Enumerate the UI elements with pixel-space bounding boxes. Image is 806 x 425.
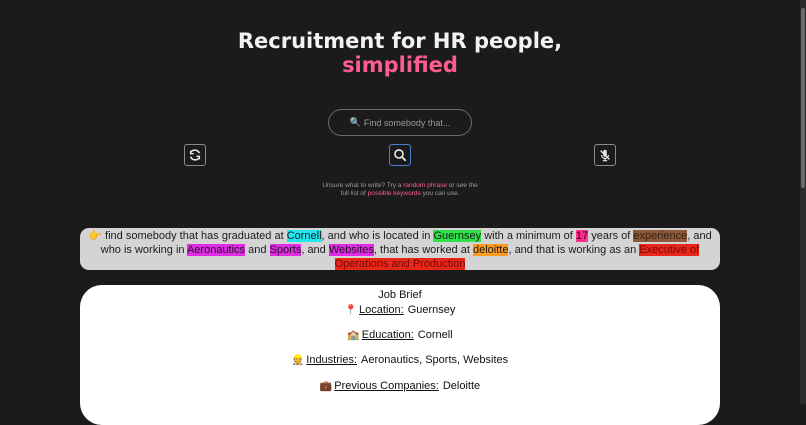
pointing-hand-icon: 👉 [88, 230, 102, 242]
hint-line-1: Unsure what to write? Try a random phras… [0, 182, 800, 190]
search-icon [394, 149, 407, 162]
brief-value: Deloitte [442, 380, 481, 392]
query-text: , and that is working as an [508, 244, 640, 256]
job-brief-title: Job Brief [378, 289, 422, 301]
keyword-education: Cornell [286, 230, 322, 242]
query-text: , that has worked at [373, 244, 473, 256]
keyword-industry: Aeronautics [186, 244, 246, 256]
query-text: , and who is located in [321, 230, 434, 242]
random-phrase-link[interactable]: random phrase [403, 182, 447, 189]
brief-row-companies: 💼 Previous Companies: Deloitte [80, 380, 720, 392]
keyword-experience: experience [633, 230, 688, 242]
query-text: , and [301, 244, 329, 256]
scrollbar-thumb[interactable] [801, 8, 805, 188]
search-button[interactable] [389, 144, 411, 166]
keyword-industry: Sports [269, 244, 302, 256]
hint-text: Unsure what to write? Try a [322, 182, 404, 189]
brief-row-education: 🏫 Education: Cornell [80, 329, 720, 341]
worker-icon: 👷 [291, 355, 305, 366]
query-sentence: 👉 find somebody that has graduated at Co… [80, 229, 720, 271]
magnifier-icon: 🔍 [349, 117, 361, 127]
hint-line-2: full list of possible keywords you can u… [0, 190, 800, 198]
keyword-industry: Websites [328, 244, 374, 256]
scrollbar[interactable] [800, 0, 806, 404]
search-input[interactable]: 🔍 Find somebody that... [328, 109, 472, 136]
refresh-icon [189, 149, 201, 161]
keyword-company: deloitte [472, 244, 509, 256]
search-placeholder: Find somebody that... [363, 117, 451, 128]
brief-value: Cornell [417, 329, 453, 341]
voice-input-button[interactable] [594, 144, 616, 166]
query-text: years of [588, 230, 634, 242]
keyword-years: 17 [575, 230, 589, 242]
brief-label: Previous Companies: [334, 380, 439, 392]
brief-row-location: 📍 Location: Guernsey [80, 304, 720, 316]
brief-label: Location: [359, 304, 404, 316]
job-brief-card: Job Brief 📍 Location: Guernsey 🏫 Education:… [80, 285, 720, 425]
pin-icon: 📍 [344, 305, 358, 316]
briefcase-icon: 💼 [319, 381, 333, 392]
keyword-location: Guernsey [433, 230, 482, 242]
query-text: with a minimum of [481, 230, 576, 242]
school-icon: 🏫 [347, 330, 360, 341]
brief-value: Aeronautics, Sports, Websites [361, 354, 509, 366]
possible-keywords-link[interactable]: possible keywords [368, 190, 421, 197]
hint-text: or see the [446, 182, 478, 189]
page-title: Recruitment for HR people, [237, 29, 563, 53]
hint-text: full list of [340, 190, 368, 197]
brief-value: Guernsey [407, 304, 456, 316]
microphone-off-icon [600, 149, 610, 162]
hint-text: you can use. [420, 190, 460, 197]
query-text: find somebody that has graduated at [102, 230, 287, 242]
page-subtitle: simplified [342, 53, 458, 77]
brief-label: Industries: [306, 354, 358, 366]
brief-row-industries: 👷 Industries: Aeronautics, Sports, Website… [80, 354, 720, 366]
query-text: and [245, 244, 270, 256]
refresh-button[interactable] [184, 144, 206, 166]
generated-query: 👉 find somebody that has graduated at Co… [80, 228, 720, 270]
brief-label: Education: [361, 329, 414, 341]
